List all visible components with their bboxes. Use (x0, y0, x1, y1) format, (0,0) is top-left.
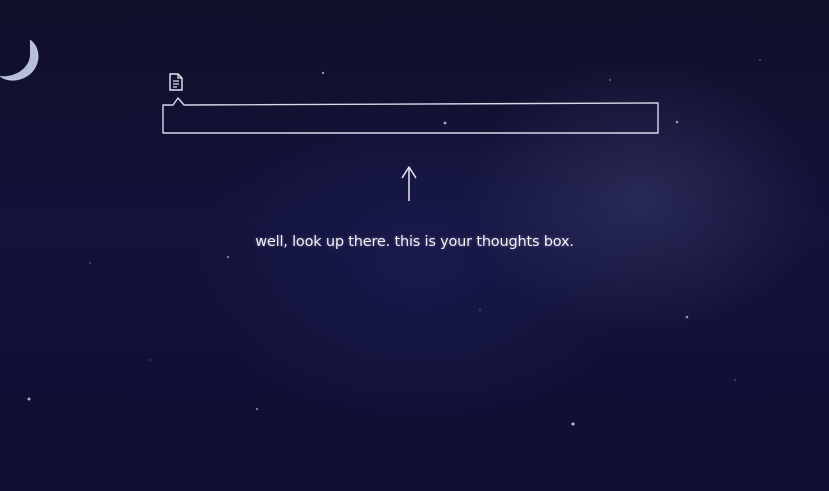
thoughts-input[interactable] (168, 107, 652, 133)
star-icon (149, 359, 151, 361)
star-icon (759, 59, 761, 61)
crescent-moon-icon (0, 39, 39, 81)
star-icon (675, 120, 679, 124)
thoughts-box-container (158, 70, 664, 140)
hint-text: well, look up there. this is your though… (255, 234, 574, 250)
star-icon (479, 309, 481, 311)
arrow-up-icon (401, 166, 417, 201)
star-icon (571, 422, 575, 426)
star-icon (685, 315, 689, 319)
star-icon (734, 379, 736, 381)
star-icon (27, 397, 31, 401)
star-icon (226, 255, 230, 259)
star-icon (89, 262, 91, 264)
star-icon (255, 407, 259, 411)
